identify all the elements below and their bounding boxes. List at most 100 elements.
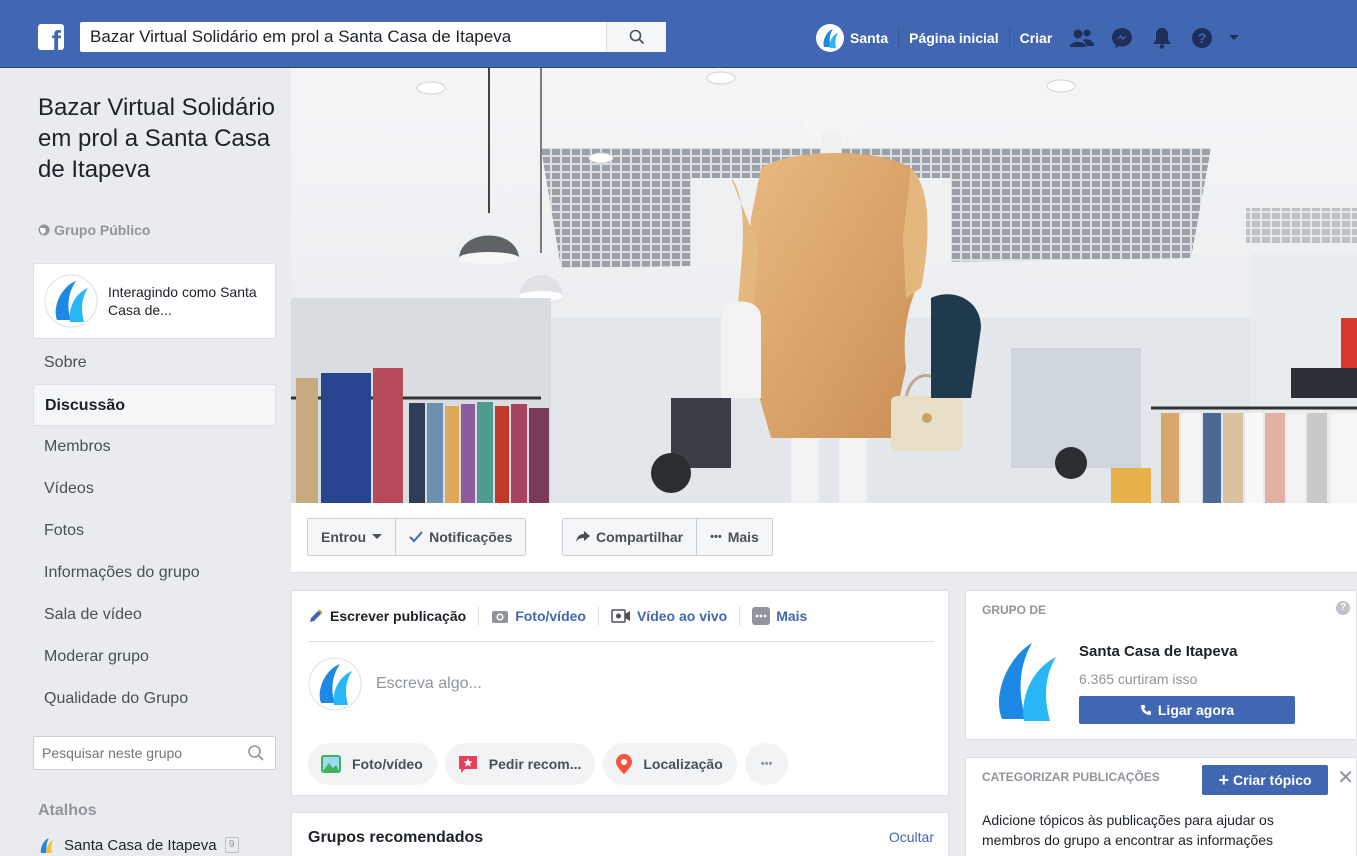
pencil-icon — [310, 609, 323, 622]
notifications-button[interactable] — [1142, 22, 1182, 54]
home-link[interactable]: Página inicial — [899, 28, 1010, 48]
group-owner-card: GRUPO DE ? Santa Casa de Itapeva 6.365 c… — [965, 590, 1357, 740]
sidebar-item-photos[interactable]: Fotos — [33, 510, 276, 552]
facebook-logo-icon[interactable]: f — [38, 24, 64, 50]
tab-more[interactable]: Mais — [740, 606, 819, 626]
video-camera-icon — [611, 609, 630, 623]
categorize-description: Adicione tópicos às publicações para aju… — [982, 812, 1274, 848]
create-topic-button[interactable]: + Criar tópico — [1202, 765, 1328, 795]
chevron-down-icon — [372, 534, 383, 539]
santa-casa-logo — [40, 838, 53, 853]
interacting-as-label: Interagindo como Santa Casa de... — [108, 284, 257, 318]
sidebar-item-about[interactable]: Sobre — [33, 342, 276, 384]
sidebar-item-discussion[interactable]: Discussão — [33, 384, 276, 426]
more-button[interactable]: ••• Mais — [697, 519, 772, 555]
more-options-chip[interactable]: ••• — [744, 743, 789, 785]
sidebar-item-videos[interactable]: Vídeos — [33, 468, 276, 510]
more-icon — [752, 607, 771, 625]
ask-recommendation-chip-label: Pedir recom... — [488, 756, 582, 772]
search-icon[interactable] — [247, 744, 265, 762]
plus-icon: + — [1218, 770, 1229, 790]
camera-icon — [492, 611, 509, 623]
shortcut-item[interactable]: Santa Casa de Itapeva 9 — [38, 836, 239, 854]
location-chip-label: Localização — [643, 756, 723, 772]
share-button[interactable]: Compartilhar — [563, 519, 698, 555]
cover-image — [291, 68, 1357, 503]
sidebar-item-quality[interactable]: Qualidade do Grupo — [33, 678, 276, 720]
phone-icon — [1140, 705, 1151, 715]
messenger-button[interactable] — [1102, 22, 1142, 54]
messenger-icon — [1112, 28, 1133, 48]
notifications-label: Notificações — [429, 529, 513, 545]
photo-video-chip-label: Foto/vídeo — [352, 756, 423, 772]
sidebar-item-group-info[interactable]: Informações do grupo — [33, 552, 276, 594]
share-label: Compartilhar — [596, 529, 684, 545]
shortcut-label: Santa Casa de Itapeva — [64, 836, 217, 854]
interacting-as-box[interactable]: Interagindo como Santa Casa de... — [33, 263, 276, 339]
owner-section-label: GRUPO DE — [982, 603, 1047, 617]
composer-placeholder: Escreva algo... — [376, 675, 482, 692]
tab-photo-video[interactable]: Foto/vídeo — [479, 606, 599, 626]
recommendation-star-icon — [458, 756, 477, 773]
share-buttons: Compartilhar ••• Mais — [562, 518, 773, 556]
notifications-toggle-button[interactable]: Notificações — [396, 519, 525, 555]
group-privacy: Grupo Público — [38, 222, 150, 238]
hide-link[interactable]: Ocultar — [889, 829, 934, 845]
tab-more-label: Mais — [776, 608, 808, 624]
composer-tabs: Escrever publicação Foto/vídeo Vídeo ao … — [308, 601, 819, 631]
account-menu-button[interactable] — [1222, 22, 1246, 54]
share-arrow-icon — [576, 531, 590, 542]
group-title[interactable]: Bazar Virtual Solidário em prol a Santa … — [38, 92, 278, 185]
checkmark-icon — [409, 531, 423, 543]
santa-casa-logo — [44, 274, 98, 328]
categorize-section-label: CATEGORIZAR PUBLICAÇÕES — [982, 770, 1160, 784]
profile-link[interactable]: Santa — [816, 24, 900, 52]
create-link[interactable]: Criar — [1010, 28, 1063, 48]
call-now-button[interactable]: Ligar agora — [1079, 696, 1295, 724]
cover-photo[interactable] — [291, 68, 1357, 503]
group-search — [33, 736, 276, 770]
tab-photo-video-label: Foto/vídeo — [515, 608, 586, 624]
search-input[interactable] — [80, 22, 600, 52]
friend-requests-button[interactable] — [1062, 22, 1102, 54]
help-button[interactable]: ? — [1182, 22, 1222, 54]
close-icon[interactable]: ✕ — [1337, 768, 1354, 788]
location-chip[interactable]: Localização — [603, 743, 737, 785]
photo-icon — [321, 755, 341, 773]
sidebar-item-members[interactable]: Membros — [33, 426, 276, 468]
page-name[interactable]: Santa Casa de Itapeva — [1079, 643, 1237, 660]
avatar — [308, 657, 362, 711]
more-label: Mais — [727, 529, 759, 545]
santa-casa-logo[interactable] — [988, 635, 1068, 723]
composer-text-area[interactable]: Escreva algo... — [308, 657, 482, 711]
categorize-posts-card: CATEGORIZAR PUBLICAÇÕES + Criar tópico ✕… — [965, 757, 1357, 856]
bell-icon — [1153, 28, 1172, 49]
help-icon[interactable]: ? — [1336, 601, 1350, 615]
divider — [308, 641, 934, 642]
avatar — [816, 24, 844, 52]
tab-write-post[interactable]: Escrever publicação — [308, 606, 480, 626]
ask-recommendation-chip[interactable]: Pedir recom... — [444, 743, 596, 785]
group-search-input[interactable] — [34, 737, 234, 769]
globe-icon — [38, 224, 50, 236]
top-navigation-bar: f Santa Página inicial Criar ? — [0, 0, 1357, 68]
group-sidebar-nav: Sobre Discussão Membros Vídeos Fotos Inf… — [33, 342, 276, 720]
membership-buttons: Entrou Notificações — [307, 518, 527, 556]
create-topic-label: Criar tópico — [1232, 772, 1312, 788]
page-likes: 6.365 curtiram isso — [1079, 671, 1198, 687]
sidebar-item-video-room[interactable]: Sala de vídeo — [33, 594, 276, 636]
nav-links: Santa Página inicial Criar ? — [816, 22, 1246, 54]
location-pin-icon — [616, 754, 633, 774]
shortcuts-heading: Atalhos — [38, 802, 97, 819]
profile-name: Santa — [850, 30, 889, 46]
more-dots-icon: ••• — [710, 531, 722, 543]
composer-quick-actions: Foto/vídeo Pedir recom... Localização ••… — [308, 743, 789, 785]
tab-live-video-label: Vídeo ao vivo — [636, 608, 728, 624]
friends-icon — [1070, 29, 1095, 47]
sidebar-item-moderate[interactable]: Moderar grupo — [33, 636, 276, 678]
photo-video-chip[interactable]: Foto/vídeo — [308, 743, 437, 785]
joined-button[interactable]: Entrou — [308, 519, 397, 555]
more-dots-icon: ••• — [760, 758, 773, 770]
tab-live-video[interactable]: Vídeo ao vivo — [599, 606, 741, 626]
search-button[interactable] — [606, 22, 666, 52]
